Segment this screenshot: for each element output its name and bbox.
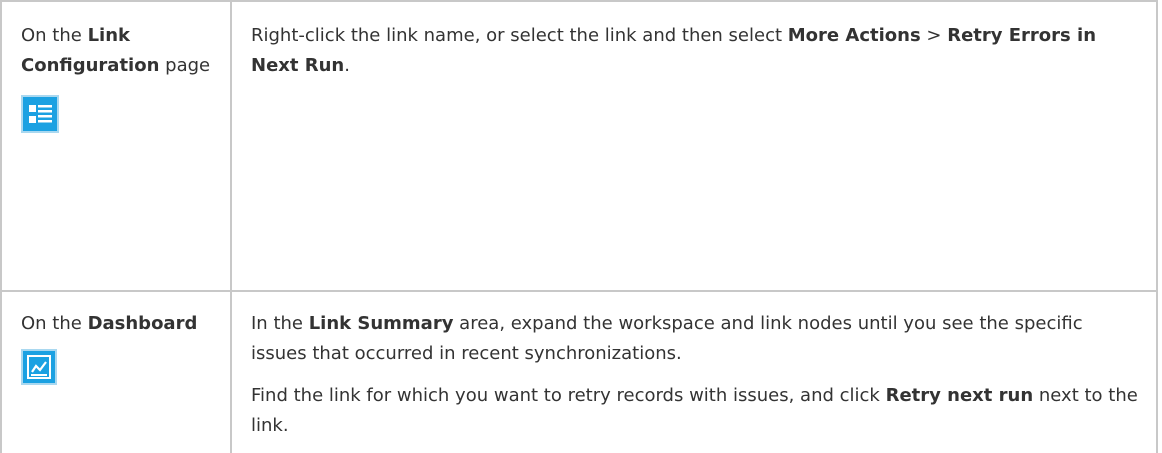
menu-separator: >	[920, 25, 948, 46]
location-prefix: On the	[21, 25, 88, 46]
paragraph-text: Find the link for which you want to retr…	[251, 385, 886, 406]
paragraph-text: In the	[251, 313, 309, 334]
list-view-icon	[21, 95, 59, 133]
sentence-end: .	[344, 55, 350, 76]
instructions-table: On the Link Configuration page Right-cli…	[0, 0, 1158, 453]
table-row: On the Dashboard In the Link Summary are…	[0, 291, 1158, 453]
table-row: On the Link Configuration page Right-cli…	[0, 0, 1158, 292]
dashboard-chart-icon	[21, 349, 57, 385]
action-cell: In the Link Summary area, expand the wor…	[230, 291, 1158, 453]
more-actions-label: More Actions	[787, 25, 921, 46]
retry-next-run-label: Retry next run	[885, 385, 1034, 406]
action-cell: Right-click the link name, or select the…	[230, 0, 1158, 292]
action-text: Right-click the link name, or select the…	[251, 25, 788, 46]
link-summary-label: Link Summary	[308, 313, 454, 334]
location-prefix: On the	[21, 313, 88, 334]
instruction-paragraph: Find the link for which you want to retr…	[251, 381, 1142, 441]
instruction-paragraph: In the Link Summary area, expand the wor…	[251, 309, 1142, 369]
location-cell: On the Dashboard	[0, 291, 232, 453]
location-name: Dashboard	[87, 313, 198, 334]
location-cell: On the Link Configuration page	[0, 0, 232, 292]
location-suffix: page	[165, 55, 211, 76]
